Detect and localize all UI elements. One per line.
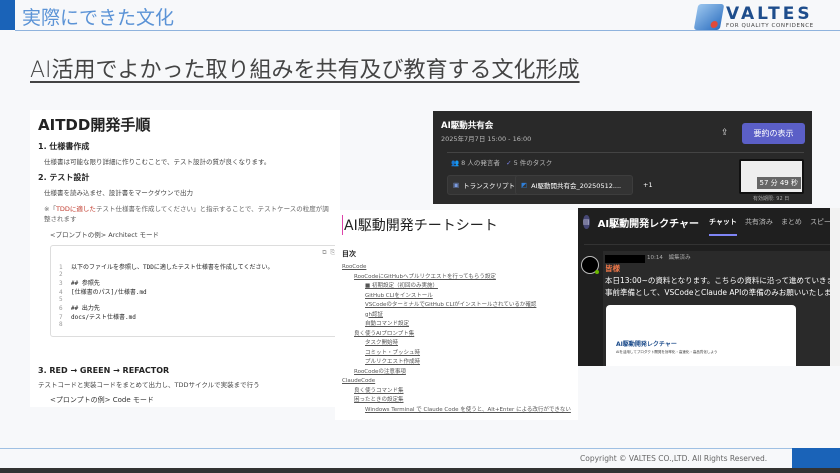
doc-text: 仕様書は可能な限り詳細に作りこむことで、テスト設計の質が良くなります。 <box>44 158 271 166</box>
people-icon: 👥 <box>451 159 460 167</box>
share-icon[interactable]: ⇪ <box>721 128 729 138</box>
code-line: 7 docs/テスト仕様書.md <box>59 314 136 321</box>
toc-link[interactable]: コミット・プッシュ時 <box>342 349 571 359</box>
valtes-logo: VALTES FOR QUALITY CONFIDENCE <box>693 2 836 32</box>
toc-link[interactable]: 自動コマンド設定 <box>342 320 571 330</box>
duration-badge: 57 分 49 秒 <box>756 177 801 189</box>
code-line: 1 以下のファイルを参照し、TDDに適したテスト仕様書を作成してください。 <box>59 264 274 271</box>
toc-link[interactable]: gh認証 <box>342 311 571 321</box>
aitdd-doc-screenshot: AITDD開発手順 1. 仕様書作成 仕様書は可能な限り詳細に作りこむことで、テ… <box>30 110 340 407</box>
header-accent-bar <box>0 0 15 30</box>
main-heading: AI活用でよかった取り組みを共有及び教育する文化形成 <box>30 58 580 83</box>
slide-section-title: 実際にできた文化 <box>22 7 175 29</box>
tab-summary[interactable]: まとめ <box>781 217 802 227</box>
toc-label: 目次 <box>342 250 356 258</box>
toc-link[interactable]: RooCode <box>342 263 571 273</box>
doc-text: テストコードと実装コードをまとめて出力し、TDDサイクルで実装まで行う <box>38 381 260 389</box>
toc-link[interactable]: 困ったときの設定集 <box>342 396 571 406</box>
code-line: 2 <box>59 271 63 278</box>
code-line: 8 <box>59 321 63 328</box>
toc-link[interactable]: タスク開始時 <box>342 339 571 349</box>
chat-title: AI駆動開発レクチャー <box>597 218 699 230</box>
teams-chat-screenshot: ▤ AI駆動開発レクチャー チャット 共有済み まとめ スピーカー 10:14 … <box>578 208 830 366</box>
recording-chip[interactable]: ◩ AI駆動開共有会_20250512.... <box>515 175 633 195</box>
expiry-text: 有効期限: 92 日 <box>753 196 790 202</box>
doc-prompt-label: <プロンプトの例> Code モード <box>50 396 154 404</box>
attachment-card[interactable]: AI駆動開発レクチャー AIを活用してプロダクト開発を効率化・高速化・高品質化し… <box>606 305 796 366</box>
logo-mark-icon <box>693 4 725 30</box>
doc-section-2: 2. テスト設計 <box>38 173 90 182</box>
toc-link[interactable]: 良く使うコマンド集 <box>342 387 571 397</box>
doc-section-3: 3. RED → GREEN → REFACTOR <box>38 366 170 375</box>
toc-link[interactable]: Windows Terminal で Claude Code を使うと、Alt+… <box>342 406 571 416</box>
doc-prompt-label: <プロンプトの例> Architect モード <box>50 231 159 239</box>
avatar <box>581 256 599 274</box>
doc-section-3-block: 3. RED → GREEN → REFACTOR テストコードと実装コードをま… <box>38 360 332 407</box>
toc-link[interactable]: 良く使うAIプロンプト集 <box>342 330 571 340</box>
logo-name: VALTES <box>726 3 813 24</box>
footer-accent <box>792 448 840 468</box>
more-chips[interactable]: +1 <box>638 175 658 195</box>
teams-meeting-card: AI駆動共有会 2025年7月7日 15:00 - 16:00 ⇪ 要約の表示 … <box>433 111 812 204</box>
calendar-icon: ▤ <box>583 215 590 229</box>
message-time: 10:14 <box>647 255 663 261</box>
transcript-icon: ▣ <box>453 181 460 189</box>
tab-shared[interactable]: 共有済み <box>745 217 773 227</box>
code-block: ⧉ ⎘ 1 以下のファイルを参照し、TDDに適したテスト仕様書を作成してください。 2… <box>50 245 340 337</box>
doc-note: ※「TDDに適したテスト仕様書を作成してください」と指示することで、テストケース… <box>44 205 329 223</box>
code-line: 4 [仕様書のパス]/仕様書.md <box>59 289 147 296</box>
toc-link[interactable]: VSCodeのターミナルでGitHub CLIがインストールされているか確認 <box>342 301 571 311</box>
tab-chat[interactable]: チャット <box>709 217 737 236</box>
redacted-name <box>605 254 645 263</box>
footer-divider <box>0 448 792 449</box>
message-line: 本日13:00~の資料となります。こちらの資料に沿って進めていきます。 <box>605 276 830 285</box>
cheat-sheet-screenshot: AI駆動開発チートシート 目次 RooCode RooCodeにGitHubへプル… <box>335 210 578 420</box>
transcript-chip[interactable]: ▣ トランスクリプト <box>447 175 522 195</box>
toc-link[interactable]: ClaudeCode <box>342 377 571 387</box>
copyright: Copyright © VALTES CO.,LTD. All Rights R… <box>580 454 768 463</box>
check-circle-icon: ✓ <box>506 159 512 167</box>
chat-message: 10:14 編集済み 皆様 本日13:00~の資料となります。こちらの資料に沿っ… <box>603 251 830 366</box>
card-title: AI駆動開発レクチャー <box>616 341 677 348</box>
tab-speakers[interactable]: スピーカー <box>810 217 830 227</box>
toc-link[interactable]: RooCodeにGitHubへプルリクエストを行ってもらう設定 <box>342 273 571 283</box>
message-line: 事前準備として、VSCodeとClaude APIの準備のみお願いいたします。 <box>605 288 830 297</box>
toc-link[interactable]: ■ 初期設定（初回のみ実施） <box>342 282 571 292</box>
doc-text: 仕様書を読み込ませ、設計書をマークダウンで出力 <box>44 189 194 197</box>
message-mention: 皆様 <box>605 264 620 273</box>
code-line: 5 <box>59 296 63 303</box>
code-line: 6 ## 出力先 <box>59 305 100 312</box>
toc-link[interactable]: GitHub CLIをインストール <box>342 292 571 302</box>
video-file-icon: ◩ <box>521 181 528 189</box>
toc-link[interactable]: RooCodeの注意事項 <box>342 368 571 378</box>
view-summary-button[interactable]: 要約の表示 <box>742 123 805 144</box>
code-line: 3 ## 参照先 <box>59 280 100 287</box>
recording-thumbnail[interactable]: 57 分 49 秒 <box>739 159 804 194</box>
doc-section-1: 1. 仕様書作成 <box>38 142 90 151</box>
edited-label: 編集済み <box>668 255 691 261</box>
toc-link[interactable]: プルリクエスト作成時 <box>342 358 571 368</box>
copy-icon[interactable]: ⧉ ⎘ <box>322 249 335 257</box>
cheat-title: AI駆動開発チートシート <box>342 215 571 235</box>
meeting-stats: 👥 8 人の発言者 ✓ 5 件のタスク <box>451 159 553 167</box>
logo-tagline: FOR QUALITY CONFIDENCE <box>726 22 814 29</box>
doc-title: AITDD開発手順 <box>38 116 151 134</box>
card-subtitle: AIを活用してプロダクト開発を効率化・高速化・高品質化しよう <box>616 350 718 354</box>
